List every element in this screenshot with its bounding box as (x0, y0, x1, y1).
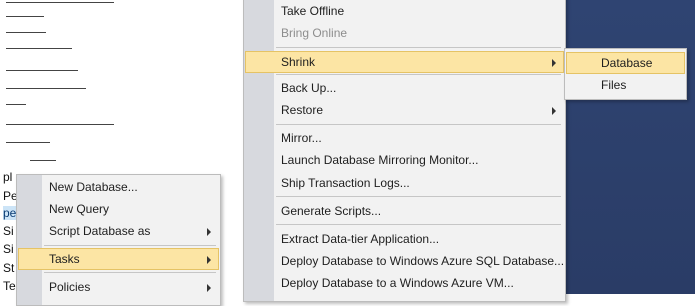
script-database-as-item[interactable]: Script Database as (18, 220, 219, 242)
new-database-item[interactable]: New Database... (18, 176, 219, 198)
menu-item-label: Tasks (49, 252, 80, 266)
deploy-azure-vm-item[interactable]: Deploy Database to a Windows Azure VM... (245, 272, 564, 294)
menu-item-label: Mirror... (281, 131, 322, 145)
extract-data-tier-item[interactable]: Extract Data-tier Application... (245, 228, 564, 250)
back-up-item[interactable]: Back Up... (245, 77, 564, 99)
ship-transaction-logs-item[interactable]: Ship Transaction Logs... (245, 172, 564, 194)
menu-item-label: Take Offline (281, 4, 345, 18)
menu-item-label: Files (601, 78, 627, 92)
menu-item-label: Back Up... (281, 81, 337, 95)
redacted-text (6, 2, 114, 3)
menu-item-label: Database (601, 56, 653, 70)
menu-item-label: Shrink (281, 55, 316, 69)
menu-item-label: Deploy Database to Windows Azure SQL Dat… (281, 254, 565, 268)
redacted-text (6, 124, 114, 125)
menu-item-label: Bring Online (281, 26, 348, 40)
restore-item[interactable]: Restore (245, 99, 564, 121)
submenu-arrow-icon (207, 284, 211, 292)
redacted-text (6, 48, 72, 49)
redacted-text (30, 160, 56, 161)
menu-separator (276, 196, 561, 197)
tasks-item[interactable]: Tasks (18, 248, 219, 270)
menu-separator (44, 272, 216, 273)
submenu-arrow-icon (207, 228, 211, 236)
menu-item-label: Restore (281, 103, 324, 117)
shrink-database-item[interactable]: Database (566, 52, 685, 74)
tree-node[interactable]: pl (3, 170, 12, 184)
menu-item-label: Deploy Database to a Windows Azure VM... (281, 276, 514, 290)
redacted-text (6, 142, 50, 143)
new-query-item[interactable]: New Query (18, 198, 219, 220)
menu-item-label: Extract Data-tier Application... (281, 232, 440, 246)
tree-node-selected[interactable]: pe (3, 206, 17, 220)
menu-separator (276, 74, 561, 75)
menu-separator (44, 245, 216, 246)
launch-mirroring-monitor-item[interactable]: Launch Database Mirroring Monitor... (245, 149, 564, 171)
redacted-text (6, 104, 26, 105)
generate-scripts-item[interactable]: Generate Scripts... (245, 200, 564, 222)
menu-item-label: New Database... (49, 180, 138, 194)
menu-item-label: Ship Transaction Logs... (281, 176, 410, 190)
submenu-arrow-icon (552, 107, 556, 115)
menu-separator (276, 224, 561, 225)
submenu-arrow-icon (552, 59, 556, 67)
redacted-text (6, 16, 44, 17)
shrink-files-item[interactable]: Files (566, 74, 685, 96)
redacted-text (6, 88, 86, 89)
background-window-area (565, 0, 695, 294)
menu-separator (276, 47, 561, 48)
bring-online-item[interactable]: Bring Online (245, 22, 564, 44)
shrink-item[interactable]: Shrink (245, 51, 564, 73)
redacted-text (6, 32, 46, 33)
submenu-arrow-icon (207, 256, 211, 264)
tree-node[interactable]: Te (3, 279, 16, 293)
tasks-submenu: Take Offline Bring Online Shrink Back Up… (243, 0, 566, 302)
menu-item-label: Policies (49, 280, 91, 294)
menu-item-label: New Query (49, 202, 110, 216)
menu-separator (276, 124, 561, 125)
mirror-item[interactable]: Mirror... (245, 127, 564, 149)
tree-node[interactable]: St (3, 261, 14, 275)
redacted-text (6, 70, 78, 71)
policies-item[interactable]: Policies (18, 276, 219, 298)
take-offline-item[interactable]: Take Offline (245, 0, 564, 22)
deploy-azure-sql-item[interactable]: Deploy Database to Windows Azure SQL Dat… (245, 250, 564, 272)
shrink-submenu: Database Files (564, 48, 687, 100)
menu-item-label: Launch Database Mirroring Monitor... (281, 153, 479, 167)
menu-item-label: Script Database as (49, 224, 151, 238)
menu-item-label: Generate Scripts... (281, 204, 382, 218)
database-context-menu: New Database... New Query Script Databas… (16, 174, 221, 306)
tree-node[interactable]: Si (3, 242, 14, 256)
tree-node[interactable]: Si (3, 224, 14, 238)
